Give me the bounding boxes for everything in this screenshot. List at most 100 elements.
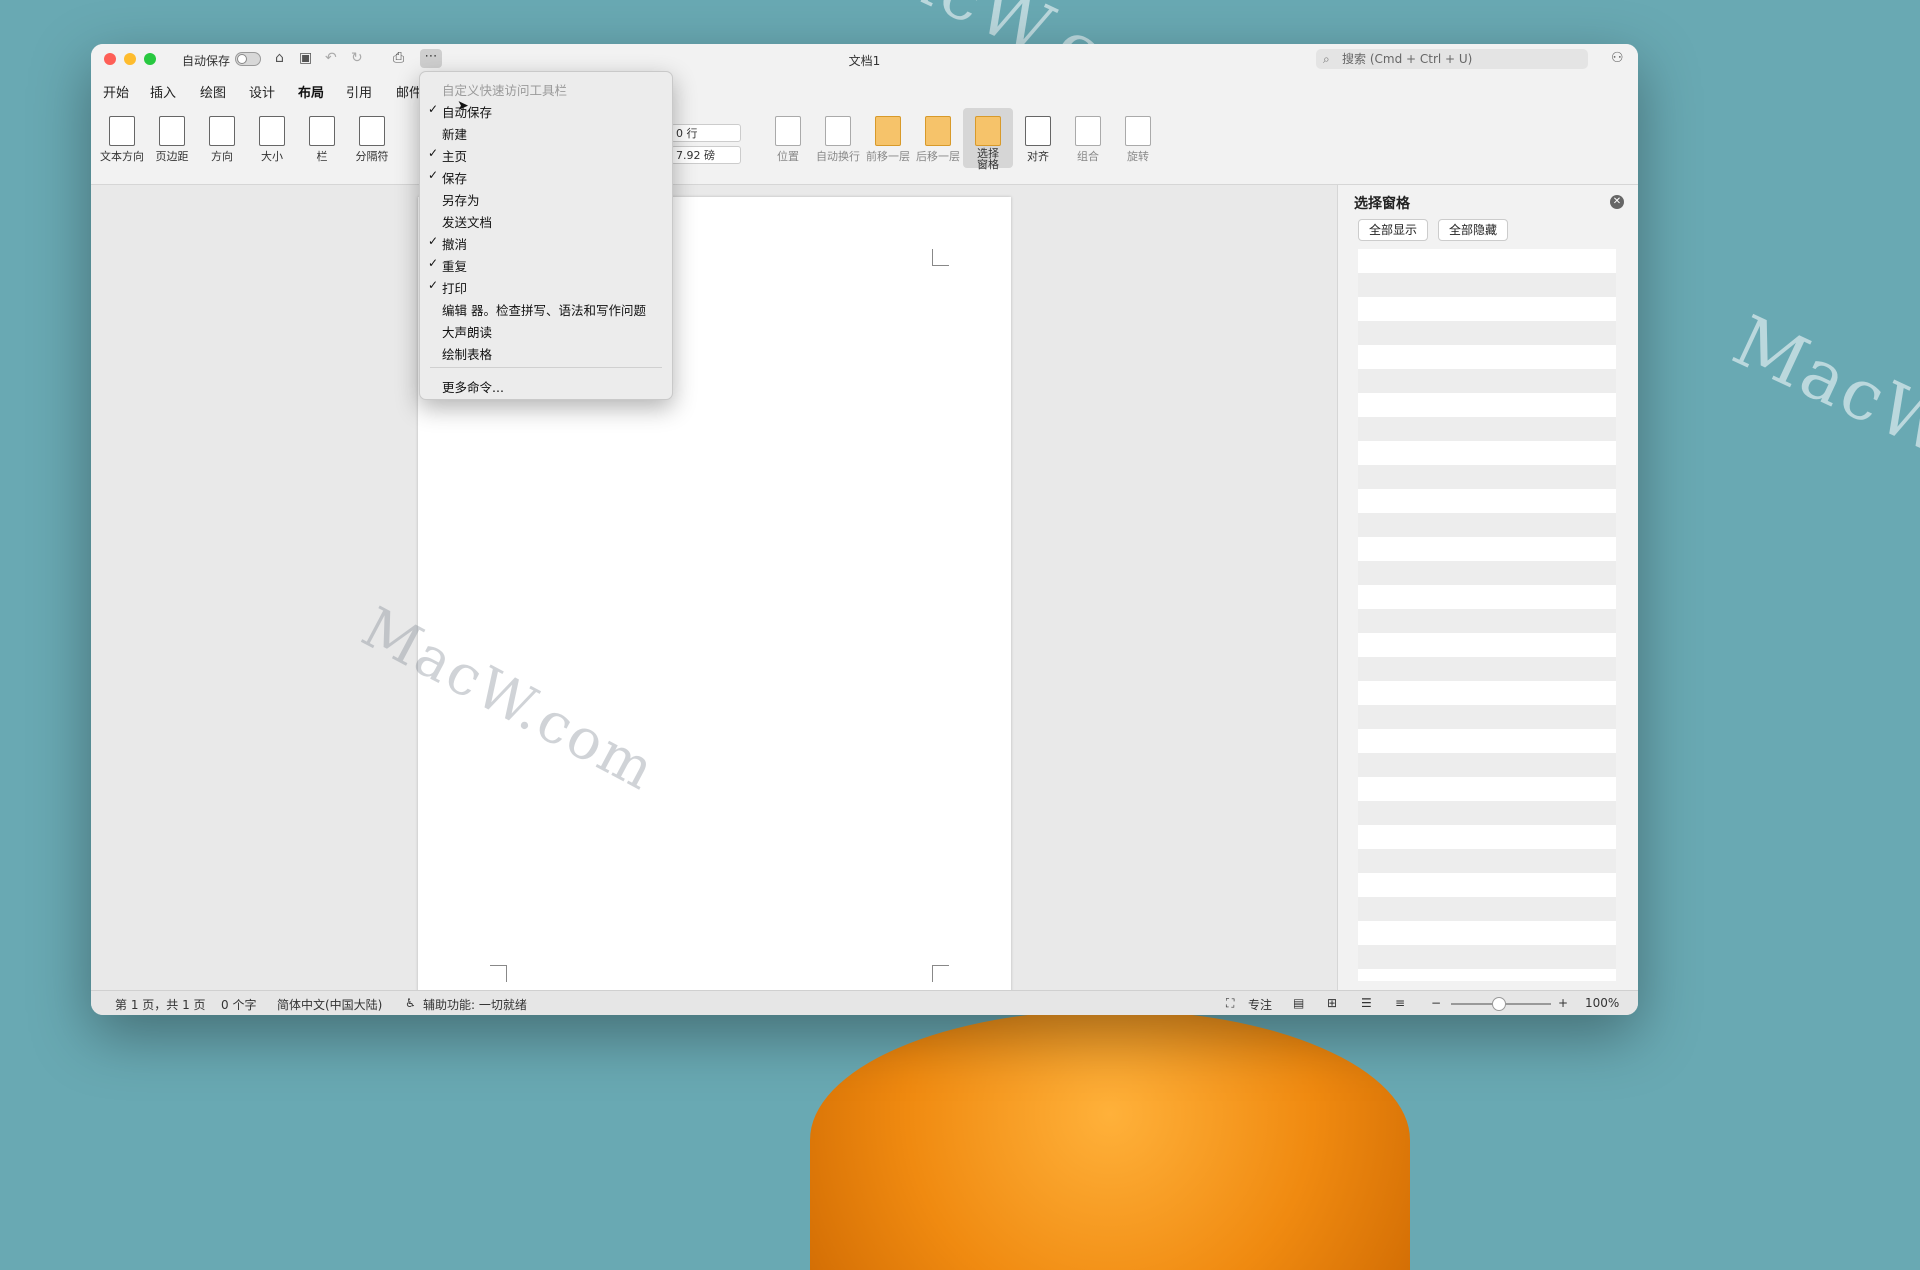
send-backward-button[interactable]: 后移一层 — [913, 108, 963, 164]
zoom-level[interactable]: 100% — [1585, 996, 1619, 1010]
tab-insert[interactable]: 插入 — [150, 82, 176, 101]
breaks-label: 分隔符 — [355, 150, 389, 163]
tab-draw[interactable]: 绘图 — [200, 82, 226, 101]
checkmark-icon: ✓ — [428, 168, 439, 182]
text-direction-icon — [109, 116, 135, 146]
menu-item-undo[interactable]: ✓ 撤消 — [428, 234, 468, 253]
menu-item-redo[interactable]: ✓ 重复 — [428, 256, 467, 275]
menu-item-save[interactable]: ✓ 保存 — [428, 168, 467, 187]
accessibility-status[interactable]: 辅助功能: 一切就绪 — [423, 996, 527, 1013]
selection-pane-list[interactable] — [1358, 249, 1616, 981]
send-backward-icon — [925, 116, 951, 146]
tab-home[interactable]: 开始 — [103, 82, 129, 101]
menu-item-new[interactable]: 新建 — [442, 124, 467, 143]
menu-item-label: 打印 — [442, 281, 468, 296]
breaks-icon — [359, 116, 385, 146]
breaks-button[interactable]: 分隔符 — [347, 108, 397, 164]
zoom-in-icon[interactable]: + — [1558, 996, 1568, 1010]
spacing-before-field[interactable]: 0 行 — [671, 124, 741, 142]
rotate-icon — [1125, 116, 1151, 146]
checkmark-icon: ✓ — [428, 256, 439, 270]
draft-view-icon[interactable]: ≡ — [1395, 996, 1405, 1010]
columns-button[interactable]: 栏 — [297, 108, 347, 164]
bring-forward-label: 前移一层 — [866, 150, 910, 163]
word-count[interactable]: 0 个字 — [221, 996, 256, 1013]
document-canvas[interactable]: MacW.com — [91, 185, 1337, 997]
selection-pane-label: 选择 窗格 — [977, 147, 999, 171]
menu-item-print[interactable]: ✓ 打印 — [428, 278, 468, 297]
show-all-button[interactable]: 全部显示 — [1358, 219, 1429, 241]
ribbon-toolbar: 文本方向 页边距 方向 大小 栏 分隔符 0 行 7.92 磅 位置 自动换行 … — [91, 104, 1638, 185]
group-label: 组合 — [1077, 150, 1099, 163]
focus-button[interactable]: 专注 — [1248, 996, 1272, 1013]
align-icon — [1025, 116, 1051, 146]
selection-pane-icon — [975, 116, 1001, 146]
language-status[interactable]: 简体中文(中国大陆) — [277, 996, 382, 1013]
web-layout-icon[interactable]: ⊞ — [1327, 996, 1337, 1010]
margins-button[interactable]: 页边距 — [147, 108, 197, 164]
orientation-button[interactable]: 方向 — [197, 108, 247, 164]
checkmark-icon: ✓ — [428, 234, 439, 248]
checkmark-icon: ✓ — [428, 146, 439, 160]
group-icon — [1075, 116, 1101, 146]
focus-icon: ⛶ — [1226, 996, 1235, 1010]
ribbon-tabs: 开始 插入 绘图 设计 布局 引用 邮件 ⇪ 共享 ⌄ — [91, 74, 1638, 134]
search-placeholder: 搜索 (Cmd + Ctrl + U) — [1342, 52, 1473, 66]
position-button[interactable]: 位置 — [763, 108, 813, 164]
hide-all-button[interactable]: 全部隐藏 — [1438, 219, 1509, 241]
menu-item-home[interactable]: ✓ 主页 — [428, 146, 468, 165]
orientation-icon — [209, 116, 235, 146]
collaborate-icon[interactable]: ⚇ — [1611, 50, 1624, 66]
accessibility-icon: ♿ — [405, 996, 416, 1010]
menu-item-send-document[interactable]: 发送文档 — [442, 212, 492, 231]
status-bar: 第 1 页，共 1 页 0 个字 简体中文(中国大陆) ♿ 辅助功能: 一切就绪… — [91, 990, 1638, 1015]
menu-item-editor[interactable]: 编辑 器。检查拼写、语法和写作问题 — [442, 300, 646, 319]
columns-icon — [309, 116, 335, 146]
zoom-slider-knob[interactable] — [1492, 997, 1506, 1011]
zoom-out-icon[interactable]: − — [1431, 996, 1441, 1010]
tab-references[interactable]: 引用 — [346, 82, 372, 101]
send-backward-label: 后移一层 — [916, 150, 960, 163]
text-direction-button[interactable]: 文本方向 — [97, 108, 147, 164]
columns-label: 栏 — [316, 150, 328, 163]
align-label: 对齐 — [1027, 150, 1049, 163]
orange-fruit — [810, 1010, 1410, 1270]
menu-item-save-as[interactable]: 另存为 — [442, 190, 480, 209]
group-button[interactable]: 组合 — [1063, 108, 1113, 164]
page-count[interactable]: 第 1 页，共 1 页 — [115, 996, 206, 1013]
checkmark-icon: ✓ — [428, 278, 439, 292]
size-icon — [259, 116, 285, 146]
menu-item-label: 主页 — [442, 149, 468, 164]
tab-layout[interactable]: 布局 — [298, 82, 325, 107]
menu-item-more-commands[interactable]: 更多命令... — [442, 377, 504, 396]
rotate-label: 旋转 — [1127, 150, 1149, 163]
size-button[interactable]: 大小 — [247, 108, 297, 164]
spacing-after-field[interactable]: 7.92 磅 — [671, 146, 741, 164]
align-button[interactable]: 对齐 — [1013, 108, 1063, 164]
menu-item-draw-table[interactable]: 绘制表格 — [442, 344, 492, 363]
menu-header: 自定义快速访问工具栏 — [442, 83, 568, 98]
wrap-text-button[interactable]: 自动换行 — [813, 108, 863, 164]
search-input[interactable]: ⌕ 搜索 (Cmd + Ctrl + U) — [1316, 49, 1588, 69]
bring-forward-icon — [875, 116, 901, 146]
position-icon — [775, 116, 801, 146]
rotate-button[interactable]: 旋转 — [1113, 108, 1163, 164]
margins-label: 页边距 — [155, 150, 189, 163]
tab-design[interactable]: 设计 — [249, 82, 275, 101]
customize-toolbar-menu: 自定义快速访问工具栏 ✓ 自动保存 新建 ✓ 主页 ✓ 保存 另存为 发送文档 ✓ 撤消… — [419, 71, 673, 400]
close-icon[interactable]: ✕ — [1610, 195, 1624, 209]
margins-icon — [159, 116, 185, 146]
word-window: 自动保存 ⌂ ▣ ↶ ↻ ⎙ ⋯ 文档1 ⌕ 搜索 (Cmd + Ctrl + … — [91, 44, 1638, 1015]
outline-view-icon[interactable]: ☰ — [1361, 996, 1372, 1010]
watermark: MacW.com — [1721, 299, 1920, 543]
selection-pane-button[interactable]: 选择 窗格 — [963, 108, 1013, 171]
menu-separator — [430, 367, 662, 368]
print-layout-icon[interactable]: ▤ — [1293, 996, 1304, 1010]
size-label: 大小 — [261, 150, 283, 163]
wrap-text-icon — [825, 116, 851, 146]
bring-forward-button[interactable]: 前移一层 — [863, 108, 913, 164]
watermark: MacW.com — [351, 595, 667, 804]
menu-item-label: 撤消 — [442, 237, 468, 252]
menu-item-read-aloud[interactable]: 大声朗读 — [442, 322, 492, 341]
position-label: 位置 — [777, 150, 799, 163]
